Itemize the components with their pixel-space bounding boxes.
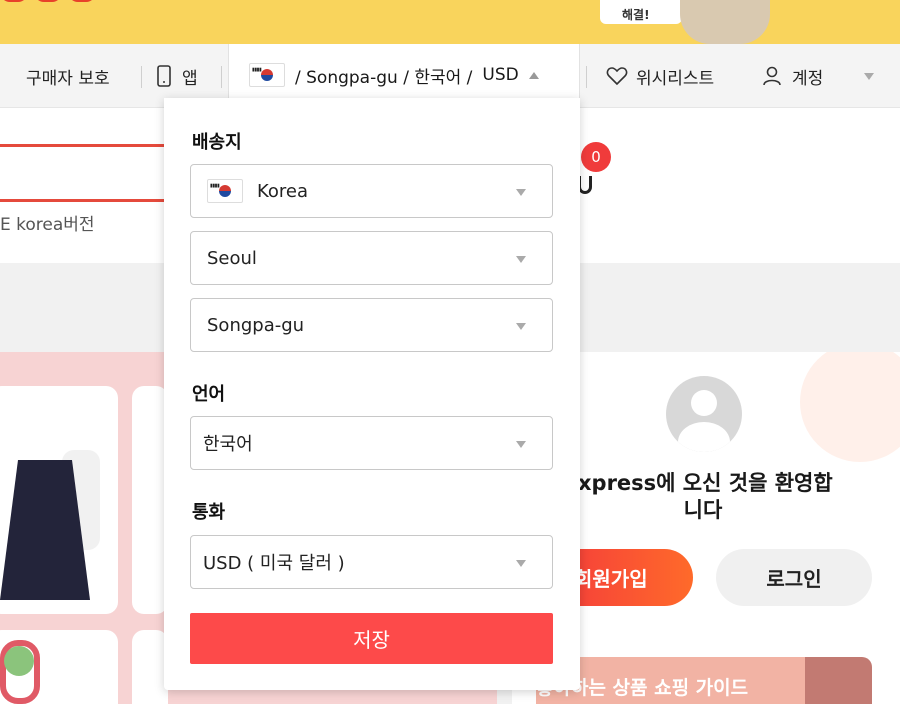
buyer-protection-link[interactable]: 구매자 보호 <box>26 44 110 108</box>
product-card[interactable] <box>132 386 168 614</box>
search-input[interactable] <box>0 144 170 202</box>
app-label: 앱 <box>182 68 198 89</box>
chevron-down-icon <box>516 256 526 263</box>
flag-kr-icon <box>249 63 285 87</box>
city-select[interactable]: Seoul <box>190 231 553 285</box>
account-menu-toggle[interactable] <box>864 44 874 108</box>
language-label: 언어 <box>192 384 226 405</box>
currency-value: USD ( 미국 달러 ) <box>203 553 345 574</box>
currency-label: 통화 <box>192 502 226 523</box>
welcome-title-line1: xpress에 오신 것을 환영합 <box>578 471 833 495</box>
country-value: Korea <box>257 180 309 202</box>
search-hint-text: E korea버전 <box>0 215 95 235</box>
chevron-down-icon <box>516 441 526 448</box>
avatar <box>666 376 742 452</box>
account-link[interactable]: 계정 <box>762 44 823 108</box>
chevron-up-icon <box>528 71 539 79</box>
city-value: Seoul <box>207 247 257 269</box>
banner-person-image <box>680 0 770 44</box>
chevron-down-icon <box>516 323 526 330</box>
phone-icon <box>157 65 171 87</box>
banner-logo-fragment <box>0 0 140 8</box>
divider <box>221 66 222 88</box>
save-button[interactable]: 저장 <box>190 613 553 664</box>
user-icon <box>763 66 781 86</box>
language-select[interactable]: 한국어 <box>190 416 553 470</box>
wishlist-label: 위시리스트 <box>636 68 715 89</box>
ship-to-selector[interactable]: / Songpa-gu / 한국어 / USD <box>228 44 580 102</box>
welcome-title-line2: 니다 <box>683 498 723 522</box>
ship-to-label: 배송지 <box>192 132 242 153</box>
login-button[interactable]: 로그인 <box>716 549 872 606</box>
heart-icon <box>606 67 628 86</box>
top-banner[interactable]: 해결! <box>0 0 900 44</box>
divider <box>586 66 587 88</box>
product-card[interactable] <box>132 630 168 704</box>
cart-icon[interactable] <box>578 176 592 194</box>
shopping-guide-banner[interactable]: 좋아하는 상품 쇼핑 가이드 <box>536 657 872 704</box>
currency-code: USD <box>482 65 519 85</box>
location-summary: / Songpa-gu / 한국어 / <box>295 67 473 88</box>
flag-kr-icon <box>207 179 243 203</box>
decoration <box>800 352 900 462</box>
account-label: 계정 <box>792 68 824 89</box>
welcome-title: xpress에 오신 것을 환영합 니다 <box>578 470 898 524</box>
cart-count-badge: 0 <box>581 142 611 172</box>
wishlist-link[interactable]: 위시리스트 <box>606 44 714 108</box>
currency-select[interactable]: USD ( 미국 달러 ) <box>190 535 553 589</box>
ship-to-dropdown: 배송지 Korea Seoul Songpa-gu 언어 한국어 통화 USD … <box>164 98 580 690</box>
chevron-down-icon <box>516 189 526 196</box>
chevron-down-icon <box>516 560 526 567</box>
district-select[interactable]: Songpa-gu <box>190 298 553 352</box>
product-image-toy-detail <box>4 646 34 676</box>
language-value: 한국어 <box>203 434 253 455</box>
chevron-down-icon <box>864 72 874 80</box>
divider <box>141 66 142 88</box>
product-image-dress <box>0 420 110 610</box>
district-value: Songpa-gu <box>207 314 305 336</box>
banner-sign: 해결! <box>600 0 682 24</box>
country-select[interactable]: Korea <box>190 164 553 218</box>
buyer-protection-label: 구매자 보호 <box>26 68 110 89</box>
